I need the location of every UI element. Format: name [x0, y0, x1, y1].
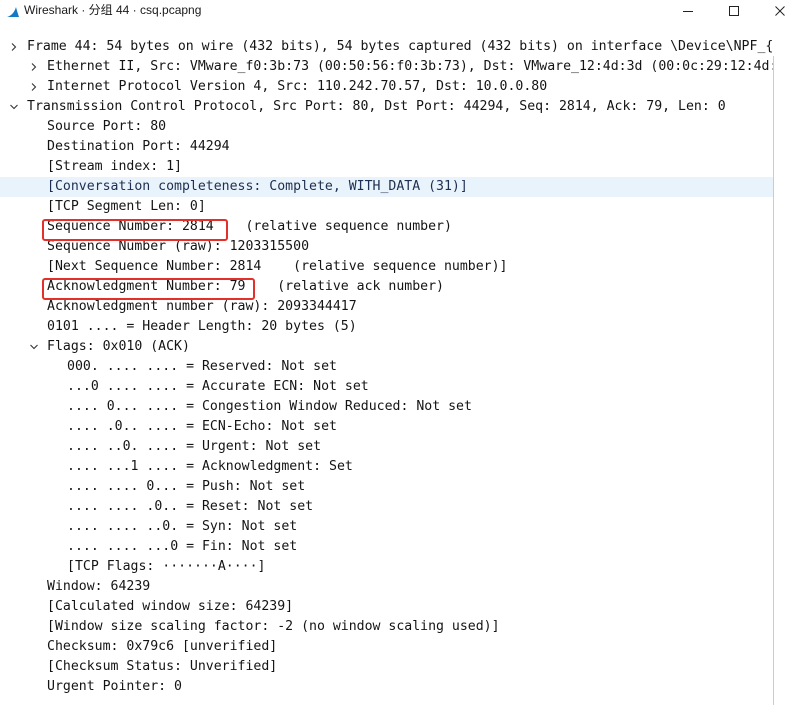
row-label: Acknowledgment Number: 79 (relative ack …: [47, 279, 444, 294]
close-icon: [775, 6, 785, 16]
row-label: .... .... .0.. = Reset: Not set: [67, 499, 314, 514]
row-label: Source Port: 80: [47, 119, 167, 134]
flag-urgent-row[interactable]: .... ..0. .... = Urgent: Not set: [0, 437, 794, 457]
wireshark-fin-icon: [6, 4, 20, 18]
chevron-down-icon[interactable]: [9, 102, 19, 112]
stream-index-row[interactable]: [Stream index: 1]: [0, 157, 794, 177]
vertical-scrollbar[interactable]: [774, 36, 794, 705]
row-label: .... .... ..0. = Syn: Not set: [67, 519, 298, 534]
row-label: Transmission Control Protocol, Src Port:…: [27, 99, 726, 114]
flag-reserved-row[interactable]: 000. .... .... = Reserved: Not set: [0, 357, 794, 377]
row-label: Flags: 0x010 (ACK): [47, 339, 190, 354]
row-label: Checksum: 0x79c6 [unverified]: [47, 639, 278, 654]
row-label: [Next Sequence Number: 2814 (relative se…: [47, 259, 508, 274]
row-label: Urgent Pointer: 0: [47, 679, 182, 694]
window-row[interactable]: Window: 64239: [0, 577, 794, 597]
acknowledgment-number-row[interactable]: Acknowledgment Number: 79 (relative ack …: [0, 277, 794, 297]
packet-details-tree[interactable]: Frame 44: 54 bytes on wire (432 bits), 5…: [0, 36, 794, 705]
minimize-icon: [683, 11, 693, 12]
flags-row[interactable]: Flags: 0x010 (ACK): [0, 337, 794, 357]
chevron-right-icon[interactable]: [29, 82, 39, 92]
header-length-row[interactable]: 0101 .... = Header Length: 20 bytes (5): [0, 317, 794, 337]
row-label: [Calculated window size: 64239]: [47, 599, 294, 614]
row-label: 000. .... .... = Reserved: Not set: [67, 359, 337, 374]
chevron-right-icon[interactable]: [9, 42, 19, 52]
row-label: .... .... ...0 = Fin: Not set: [67, 539, 298, 554]
tcp-flags-row[interactable]: [TCP Flags: ·······A····]: [0, 557, 794, 577]
maximize-icon: [729, 6, 739, 16]
title-bar: Wireshark · 分组 44 · csq.pcapng: [0, 0, 794, 32]
flag-syn-row[interactable]: .... .... ..0. = Syn: Not set: [0, 517, 794, 537]
close-button[interactable]: [757, 0, 794, 22]
checksum-status-row[interactable]: [Checksum Status: Unverified]: [0, 657, 794, 677]
window-scaling-factor-row[interactable]: [Window size scaling factor: -2 (no wind…: [0, 617, 794, 637]
sequence-number-raw-row[interactable]: Sequence Number (raw): 1203315500: [0, 237, 794, 257]
minimize-button[interactable]: [665, 0, 711, 22]
conversation-completeness-row[interactable]: [Conversation completeness: Complete, WI…: [0, 177, 794, 197]
maximize-button[interactable]: [711, 0, 757, 22]
row-label: Window: 64239: [47, 579, 151, 594]
flag-cwr-row[interactable]: .... 0... .... = Congestion Window Reduc…: [0, 397, 794, 417]
checksum-row[interactable]: Checksum: 0x79c6 [unverified]: [0, 637, 794, 657]
row-label: Destination Port: 44294: [47, 139, 230, 154]
row-label: Ethernet II, Src: VMware_f0:3b:73 (00:50…: [47, 59, 794, 74]
row-label: [Stream index: 1]: [47, 159, 182, 174]
next-sequence-number-row[interactable]: [Next Sequence Number: 2814 (relative se…: [0, 257, 794, 277]
chevron-down-icon[interactable]: [29, 342, 39, 352]
sequence-number-row[interactable]: Sequence Number: 2814 (relative sequence…: [0, 217, 794, 237]
row-label: Sequence Number: 2814 (relative sequence…: [47, 219, 452, 234]
row-label: .... 0... .... = Congestion Window Reduc…: [67, 399, 472, 414]
window-title: Wireshark · 分组 44 · csq.pcapng: [24, 3, 202, 17]
flag-fin-row[interactable]: .... .... ...0 = Fin: Not set: [0, 537, 794, 557]
row-label: [TCP Flags: ·······A····]: [67, 559, 266, 574]
row-label: [TCP Segment Len: 0]: [47, 199, 206, 214]
flag-push-row[interactable]: .... .... 0... = Push: Not set: [0, 477, 794, 497]
row-label: Frame 44: 54 bytes on wire (432 bits), 5…: [27, 39, 774, 54]
row-label: Sequence Number (raw): 1203315500: [47, 239, 310, 254]
row-label: .... .0.. .... = ECN-Echo: Not set: [67, 419, 337, 434]
flag-ecn-echo-row[interactable]: .... .0.. .... = ECN-Echo: Not set: [0, 417, 794, 437]
row-label: .... .... 0... = Push: Not set: [67, 479, 306, 494]
ip-row[interactable]: Internet Protocol Version 4, Src: 110.24…: [0, 77, 794, 97]
source-port-row[interactable]: Source Port: 80: [0, 117, 794, 137]
tcp-row[interactable]: Transmission Control Protocol, Src Port:…: [0, 97, 794, 117]
urgent-pointer-row[interactable]: Urgent Pointer: 0: [0, 677, 794, 697]
tcp-segment-len-row[interactable]: [TCP Segment Len: 0]: [0, 197, 794, 217]
flag-accurate-ecn-row[interactable]: ...0 .... .... = Accurate ECN: Not set: [0, 377, 794, 397]
chevron-right-icon[interactable]: [29, 62, 39, 72]
calculated-window-size-row[interactable]: [Calculated window size: 64239]: [0, 597, 794, 617]
flag-reset-row[interactable]: .... .... .0.. = Reset: Not set: [0, 497, 794, 517]
flag-ack-row[interactable]: .... ...1 .... = Acknowledgment: Set: [0, 457, 794, 477]
row-label: [Conversation completeness: Complete, WI…: [47, 179, 468, 194]
row-label: .... ..0. .... = Urgent: Not set: [67, 439, 322, 454]
row-label: 0101 .... = Header Length: 20 bytes (5): [47, 319, 357, 334]
ethernet-row[interactable]: Ethernet II, Src: VMware_f0:3b:73 (00:50…: [0, 57, 794, 77]
row-label: .... ...1 .... = Acknowledgment: Set: [67, 459, 353, 474]
frame-row[interactable]: Frame 44: 54 bytes on wire (432 bits), 5…: [0, 37, 794, 57]
row-label: Internet Protocol Version 4, Src: 110.24…: [47, 79, 548, 94]
row-label: Acknowledgment number (raw): 2093344417: [47, 299, 357, 314]
row-label: ...0 .... .... = Accurate ECN: Not set: [67, 379, 369, 394]
row-label: [Checksum Status: Unverified]: [47, 659, 278, 674]
acknowledgment-number-raw-row[interactable]: Acknowledgment number (raw): 2093344417: [0, 297, 794, 317]
row-label: [Window size scaling factor: -2 (no wind…: [47, 619, 500, 634]
destination-port-row[interactable]: Destination Port: 44294: [0, 137, 794, 157]
